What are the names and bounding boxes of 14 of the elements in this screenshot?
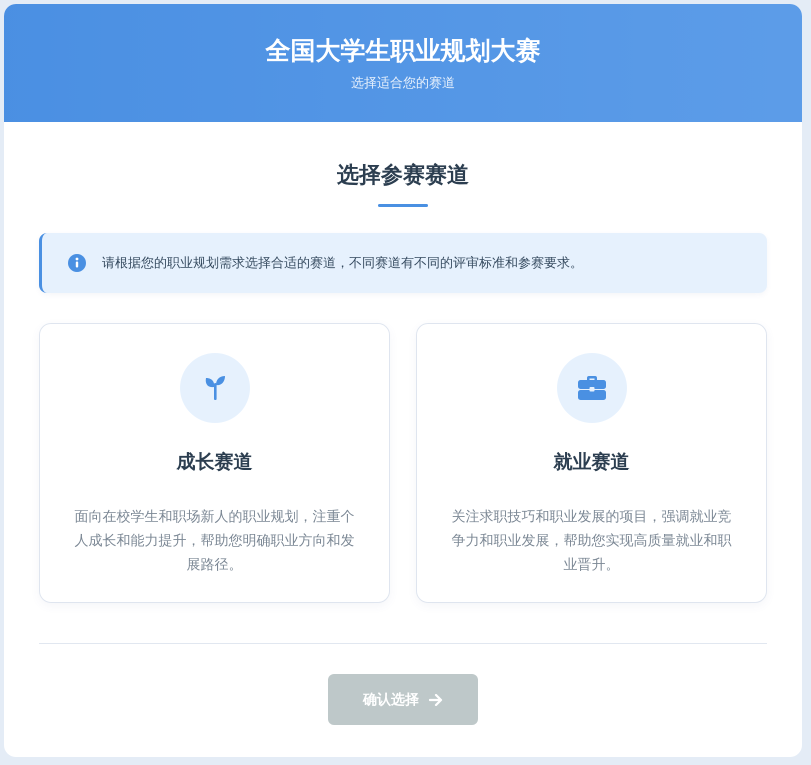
briefcase-icon [576,375,606,401]
sprout-icon [204,375,226,401]
notice-text: 请根据您的职业规划需求选择合适的赛道，不同赛道有不同的评审标准和参赛要求。 [102,255,583,272]
track-description: 关注求职技巧和职业发展的项目，强调就业竞争力和职业发展，帮助您实现高质量就业和职业晋升。 [450,508,732,575]
page-subtitle: 选择适合您的赛道 [350,75,456,92]
page-title: 全国大学生职业规划大赛 [264,35,542,67]
track-title: 就业赛道 [554,450,630,475]
section-title: 选择参赛赛道 [336,162,470,190]
track-card[interactable]: 就业赛道 关注求职技巧和职业发展的项目，强调就业竞争力和职业发展，帮助您实现高质量就业和职业晋升。 [416,323,767,603]
arrow-right-icon [429,694,443,706]
track-card[interactable]: 成长赛道 面向在校学生和职场新人的职业规划，注重个人成长和能力提升，帮助您明确职业方向和发展路径。 [39,323,390,603]
info-icon [68,254,86,272]
track-title: 成长赛道 [176,450,252,475]
track-description: 面向在校学生和职场新人的职业规划，注重个人成长和能力提升，帮助您明确职业方向和发展路径。 [74,508,356,575]
